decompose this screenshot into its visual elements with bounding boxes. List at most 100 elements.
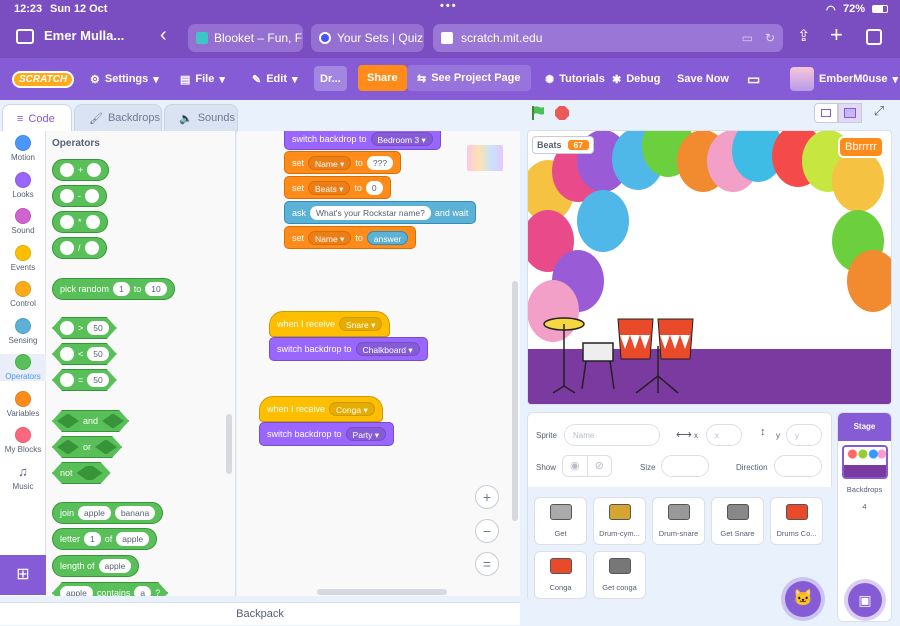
tabs-overview-icon[interactable] (866, 29, 882, 45)
sprite-thumbnail[interactable]: Drum-snare (652, 497, 705, 545)
slot[interactable]: 50 (87, 347, 108, 361)
variable-dropdown[interactable]: Name ▾ (308, 230, 352, 245)
length-of-block[interactable]: length of apple (52, 555, 140, 577)
y-input[interactable]: y (786, 424, 822, 446)
set-variable-block[interactable]: set Beats ▾ to 0 (284, 176, 391, 199)
reload-icon[interactable]: ↻ (765, 31, 775, 45)
share-icon[interactable]: ⇪ (797, 26, 810, 46)
slot[interactable] (60, 373, 74, 387)
slot[interactable]: a (134, 586, 151, 596)
multitask-dots-icon[interactable]: ••• (440, 0, 458, 12)
eye-icon[interactable]: ◉ (563, 456, 588, 476)
slot[interactable] (77, 466, 103, 480)
slot[interactable] (84, 241, 99, 255)
or-block[interactable]: or (52, 436, 122, 458)
slot[interactable]: 10 (145, 282, 167, 296)
settings-menu[interactable]: ⚙ Settings ▾ (90, 58, 159, 100)
project-title-input[interactable]: Dr... (314, 66, 347, 91)
backpack-header[interactable]: Backpack (0, 602, 520, 625)
sprite-thumbnail[interactable]: Get Snare (711, 497, 764, 545)
see-project-page-button[interactable]: ⇆ See Project Page (407, 65, 531, 91)
sprite-thumbnail[interactable]: Drum-cym... (593, 497, 646, 545)
sprite-thumbnail[interactable]: Get conga (593, 551, 646, 599)
slot[interactable] (60, 321, 74, 335)
slot[interactable]: 50 (87, 373, 108, 387)
slot[interactable]: banana (114, 506, 156, 520)
slot[interactable]: 1 (113, 282, 130, 296)
visibility-toggle[interactable]: ◉ ⊘ (562, 455, 612, 477)
greater-than-block[interactable]: >50 (52, 317, 117, 339)
choose-sprite-button[interactable]: 🐱 (785, 581, 821, 617)
switch-backdrop-block[interactable]: switch backdrop to Chalkboard ▾ (269, 337, 428, 361)
category-operators[interactable]: Operators (0, 354, 46, 381)
stage-canvas[interactable]: Beats 67 Bbrrrrr (527, 130, 892, 405)
zoom-in-button[interactable]: + (475, 485, 499, 509)
slot[interactable] (87, 163, 102, 177)
category-motion[interactable]: Motion (0, 135, 46, 162)
when-i-receive-hat-block[interactable]: when I receive Conga ▾ (259, 396, 383, 422)
x-input[interactable]: x (706, 424, 742, 446)
pick-random-block[interactable]: pick random 1 to 10 (52, 278, 175, 300)
backdrop-dropdown[interactable]: Chalkboard ▾ (355, 342, 420, 356)
slot[interactable]: apple (98, 559, 132, 573)
set-variable-block[interactable]: set Name ▾ to answer (284, 226, 417, 249)
browser-tab-quizlet[interactable]: Your Sets | Quiz (311, 24, 424, 52)
size-input[interactable] (661, 455, 709, 477)
slot[interactable]: apple (116, 532, 150, 546)
category-looks[interactable]: Looks (0, 171, 46, 199)
slot[interactable] (57, 440, 79, 454)
contains-block[interactable]: apple contains a? (52, 582, 168, 596)
save-now-button[interactable]: Save Now (677, 58, 729, 100)
palette-scrollbar[interactable] (226, 414, 232, 474)
slot[interactable] (57, 414, 79, 428)
green-flag-icon[interactable] (530, 105, 546, 121)
slot[interactable]: ??? (366, 155, 394, 170)
sprite-thumbnail[interactable]: Drums Co... (770, 497, 823, 545)
slot[interactable]: 50 (87, 321, 108, 335)
category-music[interactable]: ♫ Music (0, 464, 46, 491)
slot[interactable]: What's your Rockstar name? (310, 205, 431, 220)
direction-input[interactable] (774, 455, 822, 477)
stage-selector[interactable]: Stage Backdrops 4 ▣ (837, 412, 892, 622)
debug-button[interactable]: ✱ Debug (612, 58, 660, 100)
and-block[interactable]: and (52, 410, 129, 432)
not-block[interactable]: not (52, 462, 111, 484)
tutorials-button[interactable]: ✺ Tutorials (545, 58, 605, 100)
tab-code[interactable]: ≡ Code (2, 104, 72, 132)
sprite-thumbnail[interactable]: Conga (534, 551, 587, 599)
slot[interactable] (102, 414, 124, 428)
back-icon[interactable]: ‹ (160, 24, 167, 47)
address-bar[interactable]: scratch.mit.edu ▭ ↻ (433, 24, 783, 52)
zoom-out-button[interactable]: − (475, 519, 499, 543)
script-workspace[interactable]: switch backdrop to Bedroom 3 ▾ set Name ▾ t… (237, 131, 520, 596)
workspace-horizontal-scrollbar[interactable] (317, 589, 447, 595)
when-i-receive-hat-block[interactable]: when I receive Snare ▾ (269, 311, 391, 337)
letter-of-block[interactable]: letter 1 of apple (52, 528, 158, 550)
less-than-block[interactable]: <50 (52, 343, 117, 365)
slot[interactable] (60, 163, 74, 177)
category-variables[interactable]: Variables (0, 390, 46, 418)
divide-block[interactable]: / (52, 237, 107, 259)
file-menu[interactable]: ▤ File ▾ (180, 58, 225, 100)
reader-icon[interactable]: ▭ (742, 31, 753, 45)
eye-slash-icon[interactable]: ⊘ (588, 456, 612, 476)
slot[interactable] (95, 440, 117, 454)
slot[interactable]: apple (60, 586, 93, 596)
slot[interactable] (60, 241, 74, 255)
category-sensing[interactable]: Sensing (0, 317, 46, 345)
subtract-block[interactable]: - (52, 185, 107, 207)
switch-backdrop-block[interactable]: switch backdrop to Party ▾ (259, 422, 395, 446)
category-sound[interactable]: Sound (0, 208, 46, 235)
tab-sounds[interactable]: 🔈 Sounds (164, 104, 238, 132)
message-dropdown[interactable]: Conga ▾ (329, 402, 375, 416)
stop-icon[interactable] (555, 106, 569, 120)
share-button[interactable]: Share (358, 65, 407, 91)
tab-backdrops[interactable]: 🖌 Backdrops (74, 104, 162, 132)
sprite-thumbnail[interactable]: Get (534, 497, 587, 545)
slot[interactable] (60, 347, 74, 361)
slot[interactable]: apple (78, 506, 111, 520)
category-events[interactable]: Events (0, 244, 46, 272)
switch-backdrop-block[interactable]: switch backdrop to Bedroom 3 ▾ (284, 131, 441, 150)
multiply-block[interactable]: * (52, 211, 108, 233)
ask-and-wait-block[interactable]: ask What's your Rockstar name? and wait (284, 201, 477, 224)
